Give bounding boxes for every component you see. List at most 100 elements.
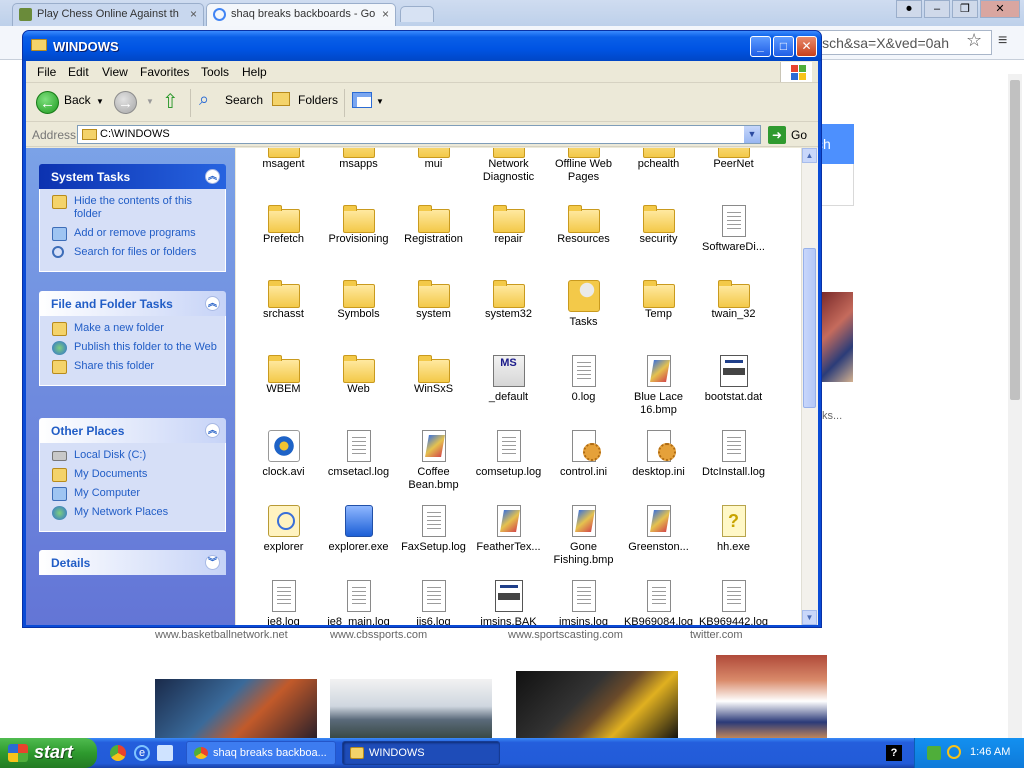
file-list-scrollbar[interactable]: ▲ ▼ (801, 148, 818, 625)
file-item[interactable]: imsins.BAK (471, 580, 546, 625)
file-item[interactable]: explorer (246, 505, 321, 554)
search-button[interactable]: Search (225, 93, 263, 107)
restore-button[interactable]: ❐ (952, 0, 978, 18)
file-item[interactable]: Greenston... (621, 505, 696, 554)
my-computer-link[interactable]: My Computer (52, 487, 217, 501)
result-image[interactable] (516, 671, 678, 739)
image-source-caption[interactable]: www.sportscasting.com (508, 629, 623, 641)
back-arrow-icon[interactable]: ← (36, 91, 59, 114)
file-item[interactable]: Prefetch (246, 205, 321, 246)
file-item[interactable]: SoftwareDi... (696, 205, 771, 254)
address-bar[interactable]: isch&sa=X&ved=0ah (812, 30, 992, 55)
file-item[interactable]: Gone Fishing.bmp (546, 505, 621, 567)
chevron-down-icon[interactable]: ▼ (146, 97, 154, 106)
file-item[interactable]: msagent (246, 148, 321, 171)
file-item[interactable]: iis6.log (396, 580, 471, 625)
forward-arrow-icon[interactable]: → (114, 91, 137, 114)
folders-icon[interactable] (272, 92, 290, 106)
collapse-chevron-icon[interactable]: ︽ (205, 169, 220, 184)
views-icon[interactable] (352, 92, 372, 108)
file-item[interactable]: ? hh.exe (696, 505, 771, 554)
file-item[interactable]: Offline Web Pages (546, 148, 621, 184)
file-item[interactable]: security (621, 205, 696, 246)
browser-tab-chess[interactable]: Play Chess Online Against th × (12, 3, 204, 26)
file-item[interactable]: repair (471, 205, 546, 246)
chevron-down-icon[interactable]: ▼ (376, 97, 384, 106)
file-item[interactable]: ie8.log (246, 580, 321, 625)
expand-chevron-icon[interactable]: ︾ (205, 555, 220, 570)
file-item[interactable]: mui (396, 148, 471, 171)
show-desktop-icon[interactable] (157, 745, 173, 761)
image-source-caption[interactable]: www.cbssports.com (330, 629, 427, 641)
close-icon[interactable]: × (190, 7, 197, 21)
file-item[interactable]: Web (321, 355, 396, 396)
file-item[interactable]: FeatherTex... (471, 505, 546, 554)
file-item[interactable]: Symbols (321, 280, 396, 321)
make-new-folder-link[interactable]: Make a new folder (52, 322, 217, 336)
file-item[interactable]: Coffee Bean.bmp (396, 430, 471, 492)
internet-explorer-icon[interactable]: e (134, 745, 150, 761)
collapse-chevron-icon[interactable]: ︽ (205, 296, 220, 311)
file-item[interactable]: msapps (321, 148, 396, 171)
collapse-chevron-icon[interactable]: ︽ (205, 423, 220, 438)
local-disk-link[interactable]: Local Disk (C:) (52, 449, 217, 462)
file-item[interactable]: Tasks (546, 280, 621, 329)
back-button[interactable]: Back (64, 93, 91, 107)
taskbar-item-windows[interactable]: WINDOWS (342, 741, 500, 765)
go-button[interactable]: Go (791, 128, 807, 142)
chevron-down-icon[interactable]: ▼ (96, 97, 104, 106)
file-item[interactable]: desktop.ini (621, 430, 696, 479)
search-tray-icon[interactable] (947, 745, 961, 759)
file-item[interactable]: Registration (396, 205, 471, 246)
chrome-menu-icon[interactable]: ≡ (998, 32, 1007, 50)
result-image[interactable] (155, 679, 317, 747)
close-icon[interactable]: × (382, 7, 389, 21)
my-network-places-link[interactable]: My Network Places (52, 506, 217, 520)
menu-view[interactable]: View (102, 65, 128, 79)
browser-tab-google[interactable]: shaq breaks backboards - Go × (206, 3, 396, 26)
result-image[interactable] (822, 292, 853, 382)
system-tasks-header[interactable]: System Tasks ︽ (39, 164, 226, 189)
add-remove-programs-link[interactable]: Add or remove programs (52, 227, 217, 241)
share-folder-link[interactable]: Share this folder (52, 360, 217, 374)
file-item[interactable]: Provisioning (321, 205, 396, 246)
address-input[interactable]: C:\WINDOWS ▼ (77, 125, 761, 144)
file-item[interactable]: cmsetacl.log (321, 430, 396, 479)
file-item[interactable]: twain_32 (696, 280, 771, 321)
file-item[interactable]: PeerNet (696, 148, 771, 171)
scroll-down-icon[interactable]: ▼ (802, 610, 817, 625)
file-item[interactable]: explorer.exe (321, 505, 396, 554)
result-image[interactable] (330, 679, 492, 747)
new-tab-button[interactable] (400, 6, 434, 22)
my-documents-link[interactable]: My Documents (52, 468, 217, 482)
file-item[interactable]: comsetup.log (471, 430, 546, 479)
file-item[interactable]: FaxSetup.log (396, 505, 471, 554)
result-caption[interactable]: ks... (822, 410, 842, 422)
maximize-button[interactable]: □ (773, 36, 794, 57)
chevron-down-icon[interactable]: ▼ (744, 126, 760, 143)
image-source-caption[interactable]: twitter.com (690, 629, 743, 641)
bookmark-star-icon[interactable]: ☆ (966, 30, 982, 51)
go-arrow-icon[interactable]: ➜ (768, 126, 786, 144)
file-item[interactable]: DtcInstall.log (696, 430, 771, 479)
scroll-thumb[interactable] (803, 248, 816, 408)
page-scroll-thumb[interactable] (1010, 80, 1020, 400)
menu-file[interactable]: File (37, 65, 56, 79)
details-header[interactable]: Details ︾ (39, 550, 226, 575)
menu-help[interactable]: Help (242, 65, 267, 79)
result-image[interactable] (716, 655, 827, 739)
file-item[interactable]: Network Diagnostic (471, 148, 546, 184)
file-item[interactable]: Blue Lace 16.bmp (621, 355, 696, 417)
other-places-header[interactable]: Other Places ︽ (39, 418, 226, 443)
folders-button[interactable]: Folders (298, 93, 338, 107)
file-item[interactable]: imsins.log (546, 580, 621, 625)
network-tray-icon[interactable] (927, 746, 941, 760)
file-item[interactable]: pchealth (621, 148, 696, 171)
file-item[interactable]: Temp (621, 280, 696, 321)
file-item[interactable]: WBEM (246, 355, 321, 396)
file-item[interactable]: KB969084.log (621, 580, 696, 625)
image-source-caption[interactable]: www.basketballnetwork.net (155, 629, 288, 641)
file-item[interactable]: bootstat.dat (696, 355, 771, 404)
menu-favorites[interactable]: Favorites (140, 65, 189, 79)
search-icon[interactable]: ⌕ (199, 89, 209, 110)
